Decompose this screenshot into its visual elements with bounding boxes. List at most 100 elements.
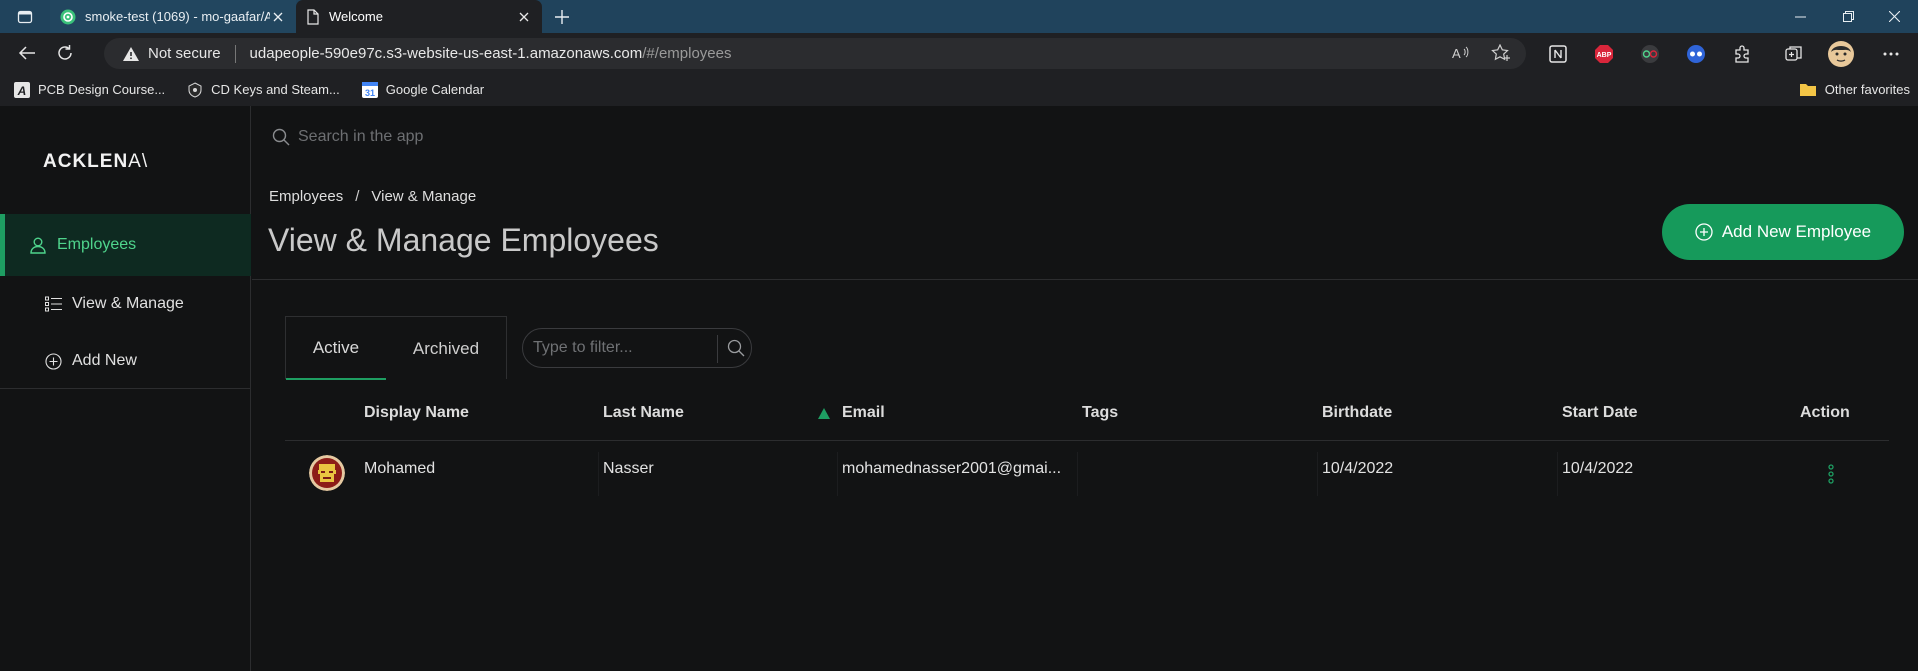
extensions-puzzle-icon[interactable] — [1726, 41, 1758, 67]
security-label[interactable]: Not secure — [148, 45, 221, 62]
breadcrumb: Employees / View & Manage — [269, 188, 476, 205]
tab-actions-button[interactable] — [0, 0, 50, 33]
bookmark-label: PCB Design Course... — [38, 82, 166, 97]
tab-title: smoke-test (1069) - mo-gaafar/A — [85, 9, 270, 24]
cell-display-name: Mohamed — [364, 460, 436, 477]
back-arrow-icon — [18, 46, 35, 60]
tab-actions-icon — [17, 10, 33, 23]
search-icon — [272, 128, 290, 146]
bookmark-pcb-design[interactable]: A PCB Design Course... — [14, 81, 166, 98]
bookmarks-bar: A PCB Design Course... CD Keys and Steam… — [0, 73, 1918, 106]
bookmark-shield-icon — [187, 81, 203, 98]
search-placeholder: Search in the app — [298, 128, 424, 145]
list-icon — [45, 296, 62, 312]
sidebar-item-add-new[interactable]: Add New — [0, 341, 251, 381]
browser-tab-strip: smoke-test (1069) - mo-gaafar/A Welcome — [0, 0, 1918, 33]
sidebar-item-label: Add New — [72, 352, 137, 369]
breadcrumb-root[interactable]: Employees — [269, 188, 343, 205]
tab-archived[interactable]: Archived — [386, 317, 506, 380]
add-new-employee-button[interactable]: Add New Employee — [1662, 204, 1904, 260]
read-aloud-icon[interactable]: A — [1452, 45, 1470, 61]
sidebar-divider — [0, 388, 251, 389]
add-favorite-icon[interactable] — [1491, 44, 1511, 62]
sidebar-item-view-manage[interactable]: View & Manage — [0, 284, 251, 324]
column-divider — [1077, 452, 1078, 496]
column-divider — [1557, 452, 1558, 496]
folder-icon — [1799, 82, 1817, 97]
profile-avatar[interactable] — [1825, 38, 1857, 70]
filter-separator — [717, 335, 718, 363]
tab-active[interactable]: Active — [286, 317, 386, 380]
sort-ascending-icon[interactable] — [818, 408, 830, 419]
column-header-start-date[interactable]: Start Date — [1562, 404, 1638, 422]
logo[interactable]: ACKLENA\ — [43, 151, 148, 173]
filter-box — [522, 328, 752, 368]
url-path: /#/employees — [642, 45, 732, 62]
page-icon — [306, 8, 320, 25]
filter-input[interactable] — [533, 339, 718, 357]
bookmark-cd-keys[interactable]: CD Keys and Steam... — [187, 81, 340, 98]
other-favorites[interactable]: Other favorites — [1799, 73, 1910, 106]
employee-avatar — [309, 455, 345, 491]
close-window-button[interactable] — [1870, 0, 1918, 33]
bookmark-google-calendar[interactable]: 31 Google Calendar — [361, 81, 485, 98]
sidebar-item-employees[interactable]: Employees — [0, 214, 251, 276]
minimize-button[interactable] — [1776, 0, 1824, 33]
extension-glasses-icon[interactable] — [1634, 41, 1666, 67]
breadcrumb-current: View & Manage — [371, 188, 477, 205]
extension-mask-icon[interactable] — [1680, 41, 1712, 67]
row-actions-button[interactable] — [1828, 464, 1834, 484]
svg-text:ABP: ABP — [1597, 52, 1612, 59]
refresh-button[interactable] — [46, 37, 84, 69]
column-header-email[interactable]: Email — [842, 404, 885, 422]
column-divider — [1317, 452, 1318, 496]
column-divider — [837, 452, 838, 496]
search-icon[interactable] — [727, 339, 745, 357]
notion-extension-icon[interactable] — [1542, 41, 1574, 67]
cell-last-name: Nasser — [603, 460, 654, 477]
url-host: udapeople-590e97c.s3-website-us-east-1.a… — [249, 45, 643, 62]
logo-text: ACKLEN — [43, 151, 129, 172]
minimize-icon — [1794, 16, 1806, 17]
svg-text:A: A — [17, 84, 27, 98]
bookmark-label: Google Calendar — [385, 82, 485, 97]
table-row[interactable]: Mohamed Nasser mohamednasser2001@gmai...… — [285, 442, 1889, 506]
url-separator — [234, 44, 236, 63]
status-tabs: Active Archived — [285, 316, 507, 380]
column-header-tags[interactable]: Tags — [1082, 404, 1118, 422]
column-header-last-name[interactable]: Last Name — [603, 404, 684, 422]
main-content: Search in the app Employees / View & Manag… — [252, 106, 1918, 671]
circleci-icon — [60, 9, 76, 25]
browser-tab-smoke-test[interactable]: smoke-test (1069) - mo-gaafar/A — [50, 0, 296, 33]
tab-title: Welcome — [329, 9, 383, 24]
breadcrumb-separator: / — [355, 188, 360, 205]
other-favorites-label: Other favorites — [1824, 82, 1910, 97]
svg-text:31: 31 — [365, 88, 375, 98]
browser-tab-welcome[interactable]: Welcome — [296, 0, 542, 33]
sidebar: ACKLENA\ Employees View & Manage Add New — [0, 106, 251, 671]
close-tab-icon[interactable] — [270, 9, 286, 25]
close-tab-icon[interactable] — [516, 9, 532, 25]
address-bar[interactable]: Not secure udapeople-590e97c.s3-website-… — [104, 38, 1526, 69]
adblock-plus-icon[interactable]: ABP — [1588, 41, 1620, 67]
svg-text:A: A — [1452, 46, 1461, 61]
settings-more-button[interactable] — [1875, 41, 1907, 67]
cell-email: mohamednasser2001@gmai... — [842, 460, 1062, 477]
close-icon — [1888, 11, 1900, 22]
column-header-display-name[interactable]: Display Name — [364, 404, 469, 422]
calendar-icon: 31 — [361, 81, 378, 98]
column-header-birthdate[interactable]: Birthdate — [1322, 404, 1392, 422]
collections-icon[interactable] — [1778, 41, 1810, 67]
back-button[interactable] — [8, 37, 46, 69]
column-header-action: Action — [1800, 404, 1850, 421]
bookmark-label: CD Keys and Steam... — [211, 82, 340, 97]
add-new-employee-label: Add New Employee — [1721, 222, 1872, 241]
sidebar-item-label: Employees — [57, 236, 137, 253]
cell-birthdate: 10/4/2022 — [1322, 460, 1394, 477]
restore-icon — [1842, 11, 1854, 22]
warning-icon — [122, 46, 140, 62]
app-search[interactable]: Search in the app — [272, 128, 423, 146]
more-vertical-icon — [1828, 464, 1834, 484]
restore-button[interactable] — [1824, 0, 1872, 33]
new-tab-button[interactable] — [542, 0, 582, 33]
